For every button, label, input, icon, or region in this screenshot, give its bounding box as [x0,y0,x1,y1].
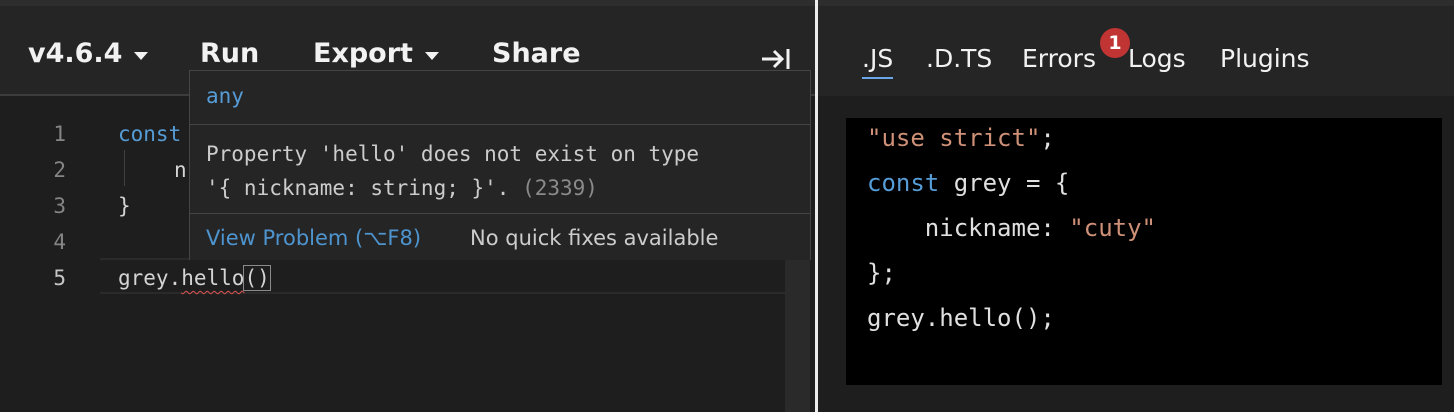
no-quick-fixes-label: No quick fixes available [470,226,719,250]
sidebar-tabs: .JS .D.TS Errors 1 Logs Plugins [818,0,1454,96]
error-squiggle-token[interactable]: hello [181,266,244,290]
line-number: 1 [53,122,66,146]
error-code: (2339) [522,176,598,200]
output-text: grey = { [939,169,1070,197]
divider [190,124,810,125]
code-line-5: grey.hello() [118,260,271,296]
editor-scrollbar[interactable] [785,256,810,412]
export-dropdown[interactable]: Export [313,38,439,69]
sidebar-pane: .JS .D.TS Errors 1 Logs Plugins "use str… [818,0,1454,412]
version-label: v4.6.4 [28,38,123,69]
version-dropdown[interactable]: v4.6.4 [28,38,149,69]
line-number: 4 [53,230,66,254]
line-number-current: 5 [53,266,66,290]
code-line-1: const [118,116,181,152]
js-output: "use strict"; const grey = { nickname: "… [846,118,1442,385]
indent-guide [124,150,125,186]
hover-type-signature: any [206,84,244,108]
output-keyword: const [867,169,940,197]
run-button[interactable]: Run [200,38,259,69]
collapse-right-icon[interactable] [760,46,792,72]
output-line-1: "use strict"; [867,124,1055,152]
output-line-4: }; [867,259,896,287]
output-line-2: const grey = { [867,169,1069,197]
view-problem-link[interactable]: View Problem (⌥F8) [206,226,421,250]
run-label: Run [200,38,260,69]
error-message: Property 'hello' does not exist on type … [206,137,699,205]
tab-plugins[interactable]: Plugins [1220,44,1310,73]
tab-logs[interactable]: Logs [1128,44,1186,73]
line-number: 2 [53,158,66,182]
errors-count-badge: 1 [1100,28,1130,58]
output-line-3: nickname: "cuty" [867,214,1156,242]
chevron-down-icon [134,51,149,60]
code-line-3: } [118,194,131,218]
output-text: nickname: [867,214,1070,242]
chevron-down-icon [424,51,439,60]
output-string: "use strict" [867,124,1041,152]
code-identifier: grey. [118,266,182,290]
editor-pane: v4.6.4 Run Export Share 1 2 3 4 5 const … [0,0,815,412]
hover-status-bar: View Problem (⌥F8) No quick fixes availa… [190,213,810,260]
export-label: Export [313,38,413,69]
output-punct: ; [1040,124,1055,152]
output-string: "cuty" [1069,214,1156,242]
error-message-line-1: Property 'hello' does not exist on type [206,142,700,166]
tab-js[interactable]: .JS [862,44,894,79]
share-button[interactable]: Share [492,38,581,69]
code-line-2: n [174,158,187,182]
keyword-const: const [118,122,182,146]
output-line-5: grey.hello(); [867,304,1055,332]
matched-brackets: () [243,265,271,291]
error-message-line-2: '{ nickname: string; }'. [206,176,510,200]
tab-dts[interactable]: .D.TS [926,44,992,73]
tab-errors[interactable]: Errors [1022,44,1096,73]
share-label: Share [492,38,581,69]
hover-tooltip: any Property 'hello' does not exist on t… [189,70,811,260]
line-number: 3 [53,194,66,218]
